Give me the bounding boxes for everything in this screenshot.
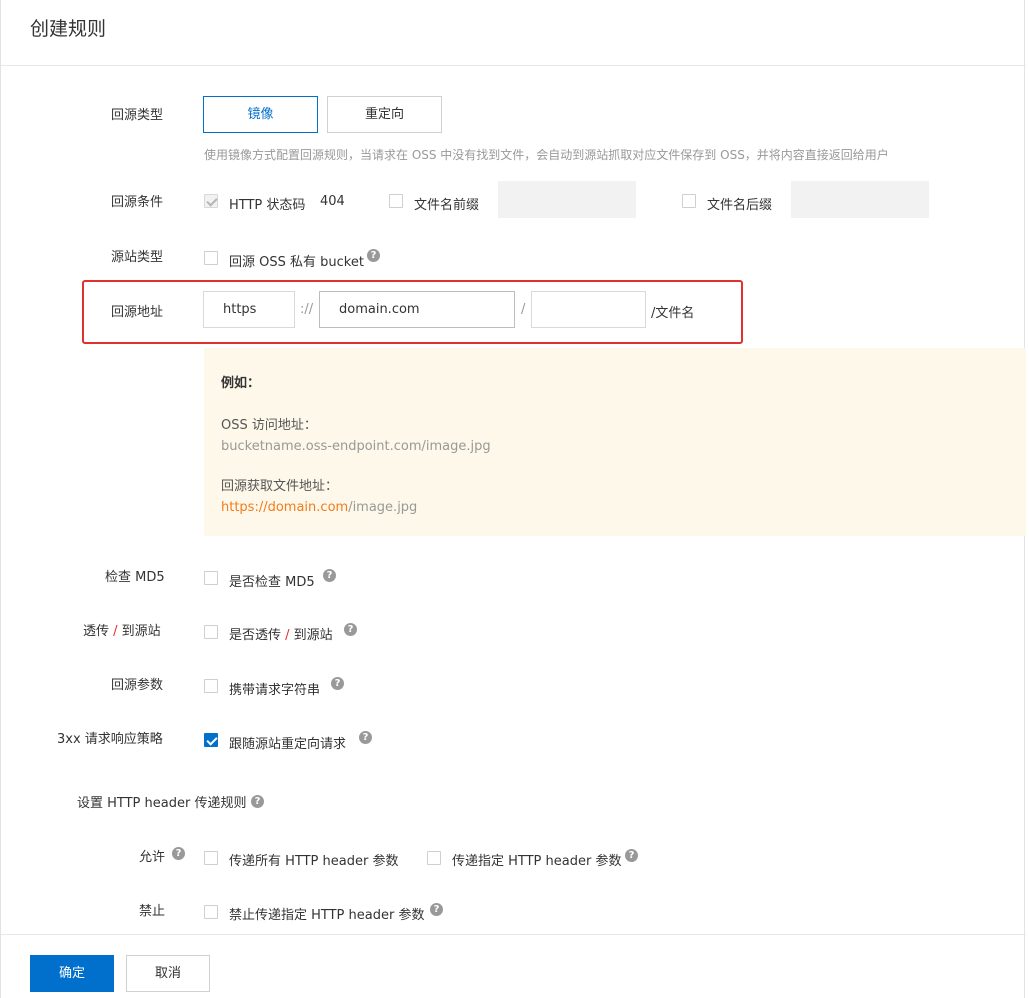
suffix-checkbox[interactable] xyxy=(682,194,696,208)
redirect-policy-label: 3xx 请求响应策略 xyxy=(57,732,163,747)
allow-specific-checkbox[interactable] xyxy=(427,851,441,865)
origin-type-label: 回源类型 xyxy=(111,108,164,123)
question-circle-icon[interactable]: ? xyxy=(323,569,336,582)
check-md5-option: 是否检查 MD5 xyxy=(229,575,315,590)
redirect-policy-option: 跟随源站重定向请求 xyxy=(229,737,347,752)
cancel-button[interactable]: 取消 xyxy=(126,955,210,992)
private-bucket-label: 回源 OSS 私有 bucket xyxy=(229,255,364,270)
question-circle-icon[interactable]: ? xyxy=(172,847,185,860)
question-circle-icon[interactable]: ? xyxy=(344,623,357,636)
prefix-label: 文件名前缀 xyxy=(414,198,480,213)
deny-specific-option: 禁止传递指定 HTTP header 参数 xyxy=(229,908,425,923)
origin-file-address-label: 回源获取文件地址： xyxy=(221,479,339,494)
question-circle-icon[interactable]: ? xyxy=(367,249,380,262)
redirect-type-button[interactable]: 重定向 xyxy=(327,96,442,133)
question-circle-icon[interactable]: ? xyxy=(251,795,264,808)
origin-condition-label: 回源条件 xyxy=(111,195,164,210)
prefix-checkbox[interactable] xyxy=(389,194,403,208)
check-md5-label: 检查 MD5 xyxy=(105,570,165,585)
protocol-input[interactable]: https xyxy=(203,291,295,328)
question-circle-icon[interactable]: ? xyxy=(359,731,372,744)
deny-specific-checkbox[interactable] xyxy=(204,905,218,919)
panel-footer: 确定 取消 xyxy=(1,934,1026,998)
oss-address-url: bucketname.oss-endpoint.com/image.jpg xyxy=(221,439,491,454)
redirect-policy-checkbox[interactable] xyxy=(204,733,218,747)
suffix-label: 文件名后缀 xyxy=(707,198,773,213)
question-circle-icon[interactable]: ? xyxy=(625,849,638,862)
http-status-value: 404 xyxy=(320,194,345,209)
origin-params-label: 回源参数 xyxy=(111,678,164,693)
example-box: 例如： OSS 访问地址： bucketname.oss-endpoint.co… xyxy=(204,348,1026,536)
passthrough-checkbox[interactable] xyxy=(204,625,218,639)
allow-label: 允许 xyxy=(139,850,166,865)
header-rules-title: 设置 HTTP header 传递规则 xyxy=(77,796,247,811)
http-status-label: HTTP 状态码 xyxy=(229,198,306,213)
passthrough-label: 透传 / 到源站 xyxy=(83,624,161,639)
origin-params-option: 携带请求字符串 xyxy=(229,683,321,698)
http-status-checkbox xyxy=(204,194,218,208)
private-bucket-checkbox[interactable] xyxy=(204,251,218,265)
passthrough-option: 是否透传 / 到源站 xyxy=(229,628,333,643)
example-title: 例如： xyxy=(221,376,261,391)
origin-params-checkbox[interactable] xyxy=(204,679,218,693)
question-circle-icon[interactable]: ? xyxy=(430,903,443,916)
create-rule-panel: 创建规则 回源类型 镜像 重定向 使用镜像方式配置回源规则，当请求在 OSS 中… xyxy=(0,0,1026,998)
origin-file-address-url: https://domain.com/image.jpg xyxy=(221,500,417,515)
page-title: 创建规则 xyxy=(30,18,107,40)
prefix-input[interactable] xyxy=(498,181,636,218)
question-circle-icon[interactable]: ? xyxy=(331,677,344,690)
check-md5-checkbox[interactable] xyxy=(204,571,218,585)
mirror-type-button[interactable]: 镜像 xyxy=(203,96,318,133)
scheme-separator: :// xyxy=(300,302,314,317)
origin-url-highlight: https://domain.com xyxy=(221,500,349,515)
deny-label: 禁止 xyxy=(139,904,166,919)
source-type-label: 源站类型 xyxy=(111,250,164,265)
oss-address-label: OSS 访问地址： xyxy=(221,418,317,433)
domain-input[interactable]: domain.com xyxy=(319,291,515,328)
allow-all-checkbox[interactable] xyxy=(204,851,218,865)
origin-url-path: /image.jpg xyxy=(348,500,418,515)
confirm-button[interactable]: 确定 xyxy=(30,955,114,992)
filename-suffix-text: /文件名 xyxy=(651,306,695,321)
panel-header: 创建规则 xyxy=(1,0,1026,66)
allow-all-option: 传递所有 HTTP header 参数 xyxy=(229,854,399,869)
origin-type-description: 使用镜像方式配置回源规则，当请求在 OSS 中没有找到文件，会自动到源站抓取对应… xyxy=(204,148,889,162)
allow-specific-option: 传递指定 HTTP header 参数 xyxy=(452,854,622,869)
path-separator: / xyxy=(521,302,526,317)
origin-address-label: 回源地址 xyxy=(111,305,164,320)
suffix-input[interactable] xyxy=(791,181,929,218)
path-input[interactable] xyxy=(531,291,646,328)
